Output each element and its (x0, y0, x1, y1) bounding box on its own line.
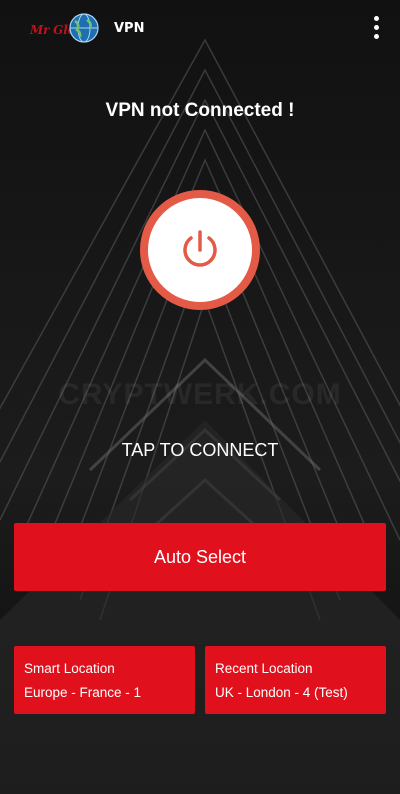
app-bar: Mr Globe VPN (0, 0, 400, 60)
power-button[interactable] (140, 190, 260, 310)
connection-status: VPN not Connected ! (105, 100, 295, 121)
more-vertical-icon-dot (373, 25, 379, 30)
logo-vpn-text: VPN (114, 21, 145, 36)
overflow-menu-button[interactable] (370, 16, 382, 42)
smart-location-title: Smart Location (24, 661, 115, 676)
watermark: CRYPTWERK.COM (58, 378, 342, 411)
more-vertical-icon (373, 16, 379, 21)
globe-icon (69, 13, 99, 43)
tap-to-connect-label[interactable]: TAP TO CONNECT (0, 440, 400, 461)
recent-location-value: UK - London - 4 (Test) (215, 685, 348, 700)
power-icon (183, 230, 217, 267)
auto-select-button[interactable]: Auto Select (14, 523, 386, 591)
more-vertical-icon-dot (373, 34, 379, 39)
recent-location-card[interactable]: Recent Location UK - London - 4 (Test) (205, 646, 386, 714)
power-button-face (148, 198, 252, 302)
recent-location-title: Recent Location (215, 661, 313, 676)
smart-location-card[interactable]: Smart Location Europe - France - 1 (14, 646, 195, 714)
smart-location-value: Europe - France - 1 (24, 685, 142, 700)
